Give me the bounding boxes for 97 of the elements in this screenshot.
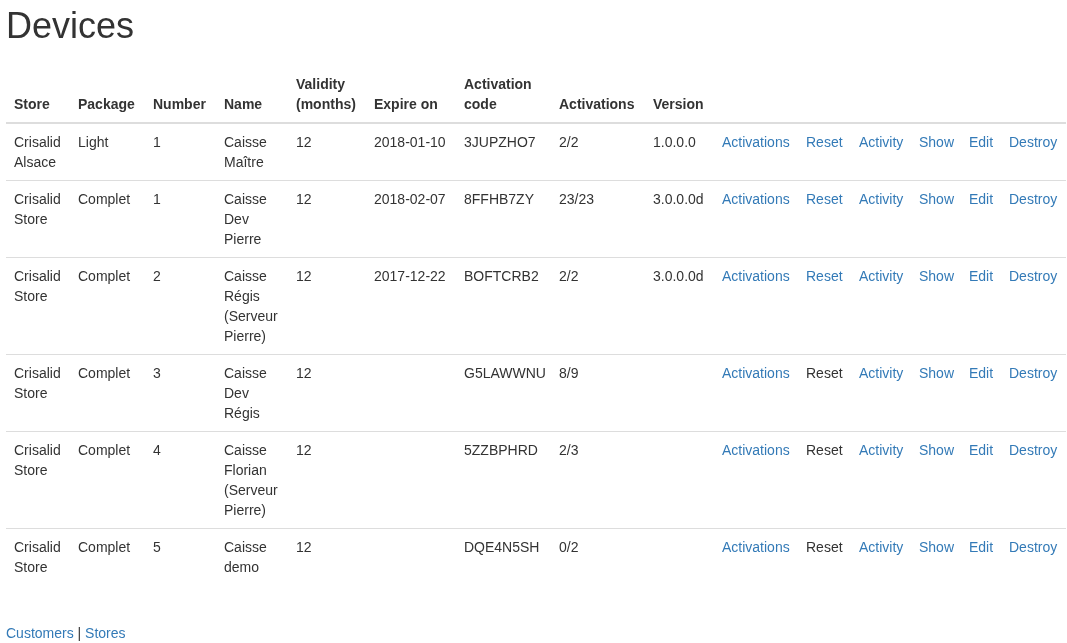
action-link[interactable]: Edit: [969, 365, 994, 381]
table-cell-text: 8FFHB7ZY: [464, 190, 534, 209]
table-cell-text: 2018-02-07: [374, 190, 446, 209]
action-link[interactable]: Activations: [722, 365, 790, 381]
table-cell-text: Caisse Régis (Serveur Pierre): [224, 267, 279, 346]
table-cell-text: 5ZZBPHRD: [464, 441, 538, 460]
table-cell-text: Complet: [78, 441, 131, 460]
table-cell-text: 23/23: [559, 190, 595, 209]
table-cell-text: 3.0.0.0d: [653, 190, 704, 209]
table-cell-text: Caisse Maître: [224, 133, 268, 172]
table-cell-text: Complet: [78, 538, 131, 557]
action-link[interactable]: Activations: [722, 268, 790, 284]
table-cell-text: Complet: [78, 364, 131, 383]
table-cell-text: 12: [296, 441, 312, 460]
column-header: Validity (months): [296, 75, 357, 114]
table-cell-text: G5LAWWNU: [464, 364, 546, 383]
action-label: Reset: [806, 538, 843, 557]
page-title: Devices: [6, 6, 136, 46]
table-cell-text: 2/3: [559, 441, 579, 460]
action-link[interactable]: Destroy: [1009, 191, 1058, 207]
table-cell-text: 4: [153, 441, 161, 460]
table-cell-text: 2: [153, 267, 161, 286]
action-link[interactable]: Activity: [859, 191, 904, 207]
action-link[interactable]: Edit: [969, 191, 994, 207]
table-cell-text: 1: [153, 133, 161, 152]
table-cell-text: Crisalid Store: [14, 364, 62, 403]
action-link[interactable]: Edit: [969, 539, 994, 555]
action-link[interactable]: Show: [919, 442, 955, 458]
action-link[interactable]: Destroy: [1009, 442, 1058, 458]
table-cell-text: 8/9: [559, 364, 579, 383]
column-header: Number: [153, 95, 206, 114]
table-cell-text: 3.0.0.0d: [653, 267, 704, 286]
table-cell-text: BOFTCRB2: [464, 267, 539, 286]
table-cell-text: Complet: [78, 190, 131, 209]
table-cell-text: 12: [296, 190, 312, 209]
action-link[interactable]: Activations: [722, 442, 790, 458]
table-cell-text: Crisalid Store: [14, 538, 62, 577]
action-link[interactable]: Reset: [806, 268, 843, 284]
table-cell-text: DQE4N5SH: [464, 538, 540, 557]
table-cell-text: 0/2: [559, 538, 579, 557]
action-link[interactable]: Activity: [859, 442, 904, 458]
column-header: Name: [224, 95, 263, 114]
table-cell-text: 2/2: [559, 267, 579, 286]
action-link[interactable]: Show: [919, 134, 955, 150]
table-cell-text: Light: [78, 133, 109, 152]
action-link[interactable]: Edit: [969, 268, 994, 284]
table-cell-text: Crisalid Store: [14, 267, 62, 306]
action-link[interactable]: Destroy: [1009, 539, 1058, 555]
action-link[interactable]: Activity: [859, 539, 904, 555]
table-cell-text: 1.0.0.0: [653, 133, 696, 152]
action-link[interactable]: Show: [919, 539, 955, 555]
column-header: Version: [653, 95, 704, 114]
action-link[interactable]: Reset: [806, 191, 843, 207]
table-cell-text: Complet: [78, 267, 131, 286]
table-cell-text: 3: [153, 364, 161, 383]
table-cell-text: Crisalid Store: [14, 190, 62, 229]
action-link[interactable]: Show: [919, 191, 955, 207]
column-header: Activations: [559, 95, 635, 114]
table-cell-text: 12: [296, 364, 312, 383]
table-cell-text: Crisalid Store: [14, 441, 62, 480]
action-link[interactable]: Show: [919, 365, 955, 381]
column-header: Store: [14, 95, 50, 114]
table-cell-text: 1: [153, 190, 161, 209]
table-cell-text: Caisse Dev Régis: [224, 364, 268, 423]
separator: |: [77, 625, 82, 641]
table-cell-text: 12: [296, 538, 312, 557]
table-cell-text: Caisse Dev Pierre: [224, 190, 268, 249]
table-cell-text: 2/2: [559, 133, 579, 152]
table-cell-text: Caisse Florian (Serveur Pierre): [224, 441, 279, 520]
action-link[interactable]: Activity: [859, 365, 904, 381]
action-link[interactable]: Destroy: [1009, 268, 1058, 284]
action-link[interactable]: Activations: [722, 191, 790, 207]
table-cell-text: Crisalid Alsace: [14, 133, 62, 172]
action-link[interactable]: Destroy: [1009, 365, 1058, 381]
action-label: Reset: [806, 364, 843, 383]
action-link[interactable]: Activity: [859, 268, 904, 284]
action-link[interactable]: Edit: [969, 134, 994, 150]
table-cell-text: 12: [296, 133, 312, 152]
footer-link[interactable]: Stores: [85, 625, 126, 641]
action-link[interactable]: Show: [919, 268, 955, 284]
action-label: Reset: [806, 441, 843, 460]
action-link[interactable]: Activations: [722, 134, 790, 150]
action-link[interactable]: Activations: [722, 539, 790, 555]
action-link[interactable]: Reset: [806, 134, 843, 150]
column-header: Activation code: [464, 75, 533, 114]
column-header: Expire on: [374, 95, 438, 114]
table-cell-text: 2017-12-22: [374, 267, 446, 286]
table-cell-text: 5: [153, 538, 161, 557]
footer-link[interactable]: Customers: [6, 625, 74, 641]
table-cell-text: 3JUPZHO7: [464, 133, 536, 152]
table-cell-text: 12: [296, 267, 312, 286]
table-cell-text: 2018-01-10: [374, 133, 446, 152]
action-link[interactable]: Activity: [859, 134, 904, 150]
action-link[interactable]: Edit: [969, 442, 994, 458]
action-link[interactable]: Destroy: [1009, 134, 1058, 150]
column-header: Package: [78, 95, 135, 114]
table-cell-text: Caisse demo: [224, 538, 268, 577]
